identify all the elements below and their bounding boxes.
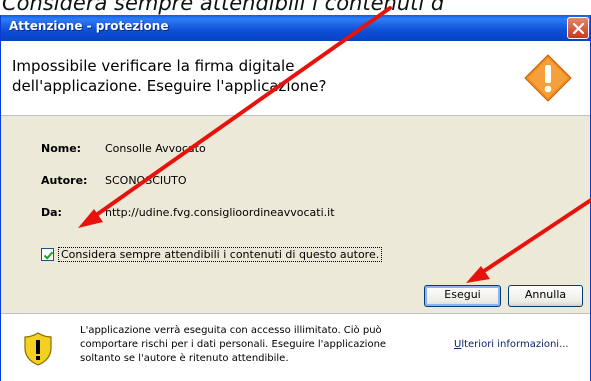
footer-warning-text: L'applicazione verrà eseguita con access… bbox=[80, 324, 420, 366]
cancel-button[interactable]: Annulla bbox=[508, 285, 583, 307]
footer-panel: L'applicazione verrà eseguita con access… bbox=[1, 313, 590, 381]
close-icon bbox=[572, 22, 585, 35]
heading-line-2: dell'applicazione. Eseguire l'applicazio… bbox=[12, 77, 327, 95]
heading-line-1: Impossibile verificare la firma digitale bbox=[12, 57, 295, 75]
warning-icon bbox=[524, 54, 572, 102]
warning-heading: Impossibile verificare la firma digitale… bbox=[12, 56, 432, 96]
more-info-link[interactable]: Ulteriori informazioni... bbox=[454, 339, 569, 350]
trust-checkbox-label[interactable]: Considera sempre attendibili i contenuti… bbox=[58, 247, 383, 262]
name-label: Nome: bbox=[41, 142, 82, 155]
footer-line-2: comportare rischi per i dati personali. … bbox=[80, 339, 387, 350]
title-bar[interactable]: Attenzione - protezione bbox=[1, 15, 590, 41]
author-label: Autore: bbox=[41, 174, 88, 187]
security-dialog: Attenzione - protezione Impossibile veri… bbox=[0, 15, 591, 381]
footer-line-3: soltanto se l'autore è ritenuto attendib… bbox=[80, 353, 289, 364]
dialog-title: Attenzione - protezione bbox=[9, 19, 169, 33]
caption-text: Considera sempre attendibili i contenuti… bbox=[2, 0, 445, 15]
trust-checkbox[interactable] bbox=[41, 248, 54, 261]
name-value: Consolle Avvocato bbox=[105, 142, 206, 155]
footer-line-1: L'applicazione verrà eseguita con access… bbox=[80, 325, 382, 336]
from-value: http://udine.fvg.consiglioordineavvocati… bbox=[105, 206, 335, 219]
close-button[interactable] bbox=[567, 17, 589, 39]
author-value: SCONOSCIUTO bbox=[105, 174, 187, 187]
shield-warning-icon bbox=[24, 332, 52, 366]
from-label: Da: bbox=[41, 206, 62, 219]
checkmark-icon bbox=[43, 251, 54, 260]
header-panel: Impossibile verificare la firma digitale… bbox=[1, 41, 590, 116]
more-info-text: lteriori informazioni... bbox=[461, 339, 569, 350]
run-button[interactable]: Esegui bbox=[424, 285, 501, 307]
